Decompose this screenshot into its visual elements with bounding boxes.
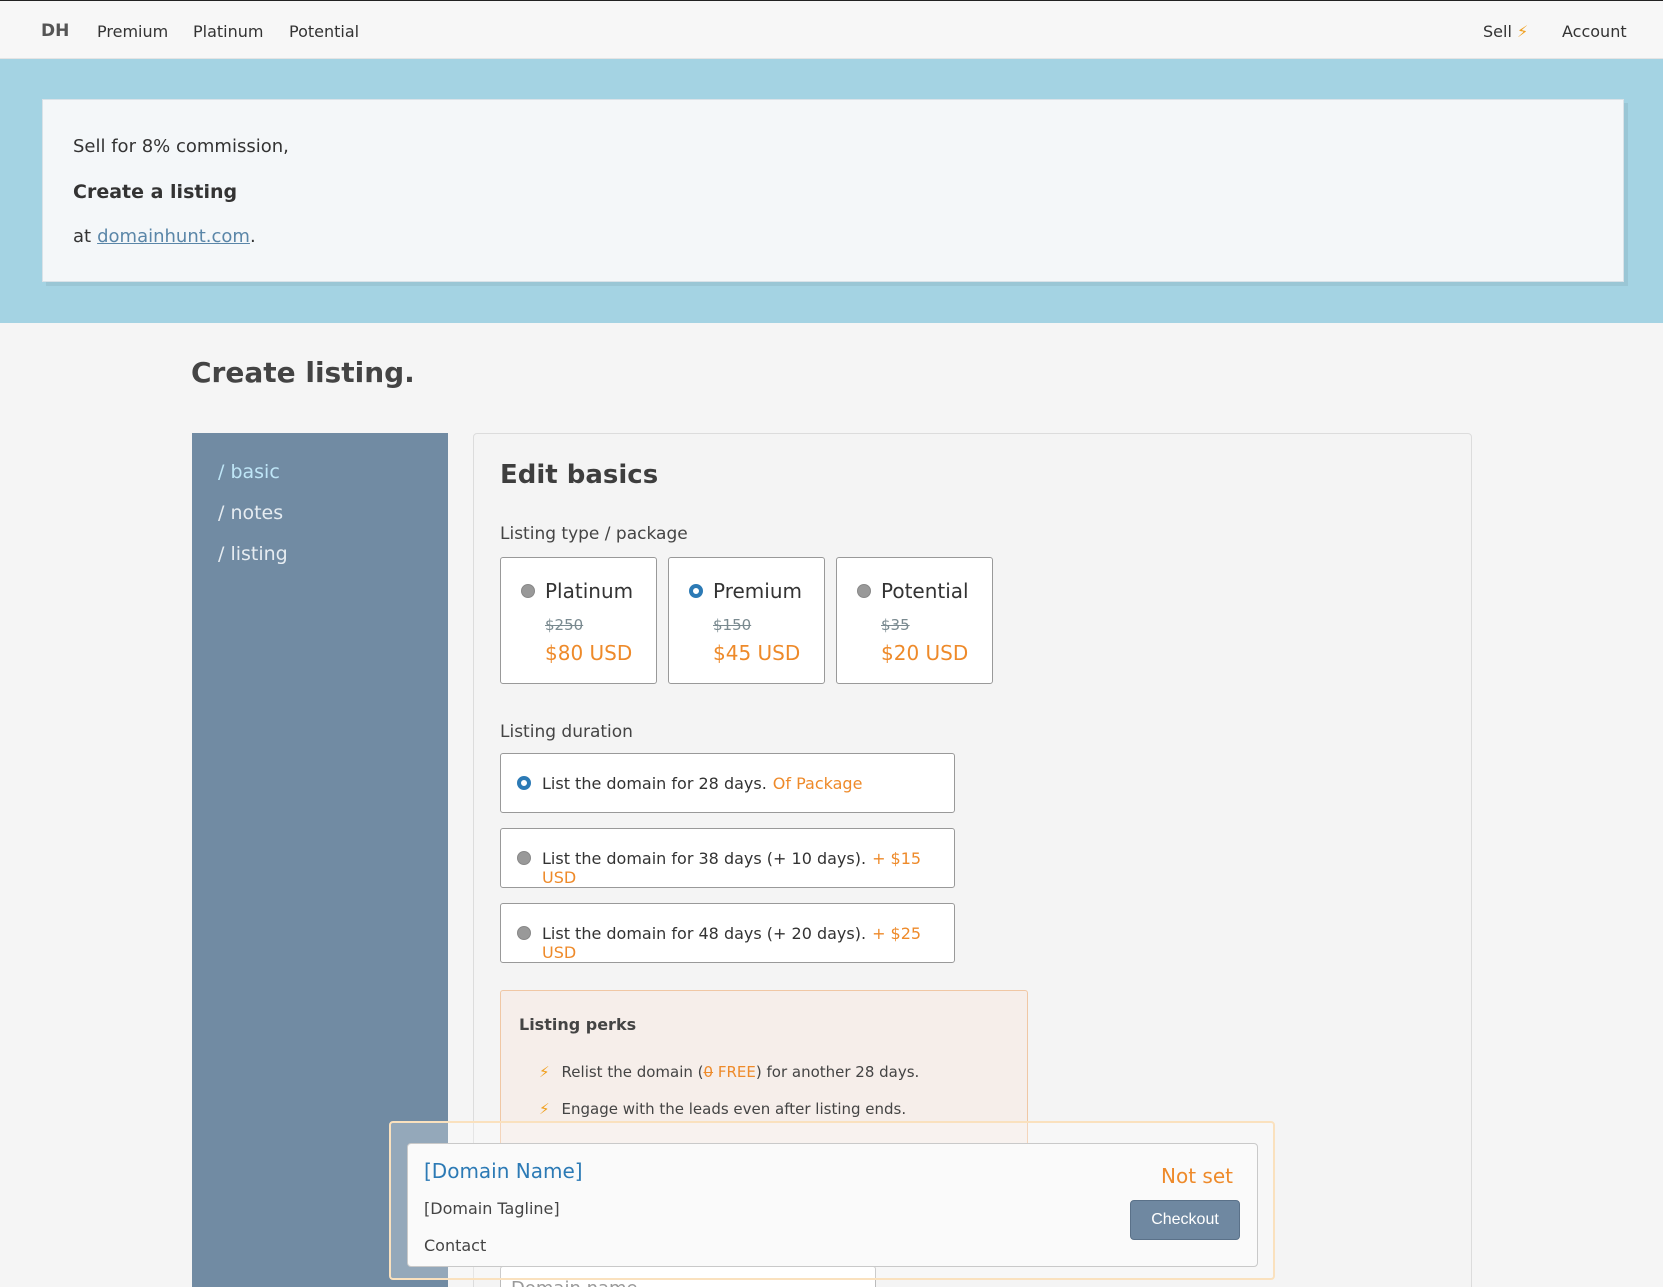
nav-link-platinum[interactable]: Platinum: [193, 22, 263, 41]
nav-link-account[interactable]: Account: [1562, 22, 1627, 41]
package-old-price: $35: [881, 616, 910, 634]
perk-free-badge: FREE: [717, 1063, 756, 1081]
hero-at-text: at: [73, 226, 92, 247]
duration-extra: Of Package: [772, 774, 863, 793]
radio-unselected[interactable]: [517, 926, 531, 940]
package-option-platinum[interactable]: Platinum $250 $80 USD: [500, 557, 657, 684]
package-old-price: $250: [545, 616, 584, 634]
duration-text: List the domain for 28 days. Of Package: [542, 774, 862, 793]
package-old-price: $150: [713, 616, 752, 634]
sell-label: Sell: [1483, 22, 1512, 41]
package-name: Platinum: [545, 579, 634, 603]
lightning-icon: ⚡: [539, 1063, 550, 1081]
sidebar-item-listing[interactable]: / listing: [218, 543, 288, 565]
hero-heading: Create a listing: [73, 181, 238, 203]
brand-logo[interactable]: DH: [41, 21, 69, 41]
hero-site-line: at domainhunt.com.: [73, 226, 256, 247]
listing-preview-card: [Domain Name] [Domain Tagline] Contact N…: [407, 1143, 1258, 1267]
sidebar-item-basic[interactable]: / basic: [218, 461, 280, 483]
domainhunt-link[interactable]: domainhunt.com: [97, 226, 250, 247]
duration-desc: List the domain for 48 days (+ 20 days).: [542, 924, 867, 943]
duration-text: List the domain for 38 days (+ 10 days).…: [542, 849, 954, 887]
radio-selected[interactable]: [689, 584, 703, 598]
hero-period: .: [249, 226, 256, 247]
perk-text: ) for another 28 days.: [755, 1063, 920, 1081]
preview-domain-tagline: [Domain Tagline]: [424, 1199, 560, 1218]
nav-link-premium[interactable]: Premium: [97, 22, 168, 41]
duration-option-48[interactable]: List the domain for 48 days (+ 20 days).…: [500, 903, 955, 963]
duration-label: Listing duration: [500, 722, 633, 742]
radio-selected[interactable]: [517, 776, 531, 790]
duration-text: List the domain for 48 days (+ 20 days).…: [542, 924, 954, 962]
checkout-button[interactable]: Checkout: [1130, 1200, 1240, 1240]
package-price: $45 USD: [713, 641, 801, 665]
duration-desc: List the domain for 28 days.: [542, 774, 767, 793]
lightning-icon: ⚡: [1516, 22, 1529, 41]
preview-domain-name: [Domain Name]: [424, 1159, 583, 1183]
package-price: $80 USD: [545, 641, 633, 665]
radio-unselected[interactable]: [517, 851, 531, 865]
radio-unselected[interactable]: [521, 584, 535, 598]
nav-link-potential[interactable]: Potential: [289, 22, 359, 41]
top-navbar: DH Premium Platinum Potential Sell ⚡ Acc…: [0, 0, 1663, 59]
perk-text: Engage with the leads even after listing…: [561, 1100, 907, 1118]
radio-unselected[interactable]: [857, 584, 871, 598]
perk-text: Relist the domain (: [561, 1063, 704, 1081]
perk-relist: ⚡ Relist the domain (0 FREE) for another …: [539, 1063, 919, 1081]
package-label: Listing type / package: [500, 524, 688, 544]
package-option-premium[interactable]: Premium $150 $45 USD: [668, 557, 825, 684]
nav-link-sell[interactable]: Sell ⚡: [1483, 22, 1528, 41]
perk-engage: ⚡ Engage with the leads even after listin…: [539, 1100, 906, 1118]
package-option-potential[interactable]: Potential $35 $20 USD: [836, 557, 993, 684]
section-title: Edit basics: [500, 460, 659, 490]
duration-option-38[interactable]: List the domain for 38 days (+ 10 days).…: [500, 828, 955, 888]
package-name: Premium: [713, 579, 802, 603]
duration-option-28[interactable]: List the domain for 28 days. Of Package: [500, 753, 955, 813]
duration-desc: List the domain for 38 days (+ 10 days).: [542, 849, 867, 868]
perk-strike-price: 0: [703, 1063, 714, 1081]
hero-banner: Sell for 8% commission, Create a listing…: [0, 59, 1663, 323]
checkout-preview-bar: [Domain Name] [Domain Tagline] Contact N…: [389, 1121, 1275, 1280]
sidebar-item-notes[interactable]: / notes: [218, 502, 283, 524]
hero-card: Sell for 8% commission, Create a listing…: [42, 99, 1624, 282]
lightning-icon: ⚡: [539, 1100, 550, 1118]
hero-commission-text: Sell for 8% commission,: [73, 136, 289, 157]
package-name: Potential: [881, 579, 969, 603]
preview-contact-link[interactable]: Contact: [424, 1236, 486, 1255]
package-price: $20 USD: [881, 641, 969, 665]
perks-title: Listing perks: [519, 1015, 637, 1034]
page-title: Create listing.: [191, 356, 415, 389]
price-status: Not set: [1161, 1164, 1233, 1188]
